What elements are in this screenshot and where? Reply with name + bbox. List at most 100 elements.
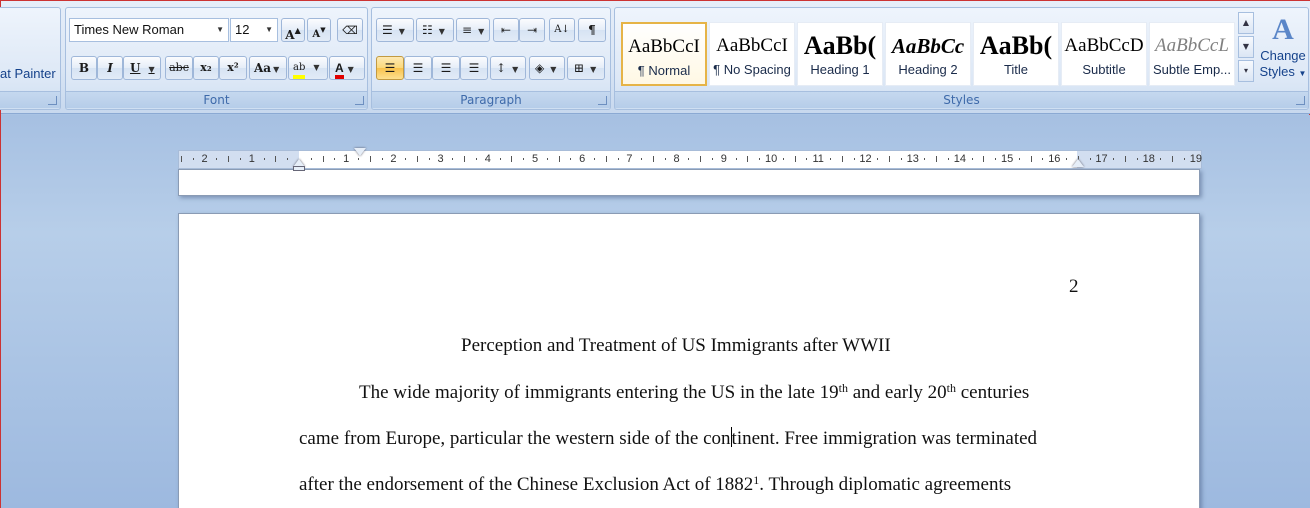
show-formatting-button[interactable]: ¶: [578, 18, 606, 42]
grow-font-button[interactable]: A▲: [281, 18, 305, 42]
previous-page[interactable]: [178, 169, 1200, 196]
align-right-button[interactable]: ☰: [432, 56, 460, 80]
chevron-down-icon: ▼: [478, 27, 485, 36]
align-center-button[interactable]: ☰: [404, 56, 432, 80]
ruler-tick-label: 3: [437, 153, 444, 165]
strikethrough-label: abc: [169, 61, 189, 74]
borders-button[interactable]: ⊞ ▼: [567, 56, 605, 80]
ruler-minor-tick: [570, 158, 572, 160]
ruler-tick-label: 14: [953, 153, 967, 165]
chevron-down-icon: ▼: [216, 25, 224, 34]
first-line-indent-marker[interactable]: [354, 148, 366, 156]
style-heading-2[interactable]: AaBbCc Heading 2: [885, 22, 971, 86]
style-no-spacing[interactable]: AaBbCcI ¶ No Spacing: [709, 22, 795, 86]
ruler-tick-label: 5: [531, 153, 539, 165]
clear-formatting-button[interactable]: ⌫: [337, 18, 363, 42]
ruler-minor-tick: [358, 158, 359, 160]
shading-button[interactable]: ◈ ▼: [529, 56, 565, 80]
justify-icon: ☰: [468, 61, 480, 75]
ruler-minor-tick: [712, 158, 713, 160]
ruler-tick-label: 4: [484, 153, 491, 165]
ruler-tick-label: 18: [1142, 153, 1155, 165]
ruler-tick-label: 2: [390, 153, 397, 165]
ruler-minor-tick: [1172, 156, 1174, 162]
ruler-minor-tick: [971, 158, 973, 160]
left-indent-marker[interactable]: [293, 166, 305, 171]
numbering-button[interactable]: ☷ ▼: [416, 18, 454, 42]
change-case-button[interactable]: Aa ▼: [249, 56, 287, 80]
chevron-down-icon: ▼: [347, 64, 354, 74]
ruler-minor-tick: [700, 156, 702, 162]
styles-group: AaBbCcI ¶ Normal AaBbCcI ¶ No Spacing Aa…: [614, 7, 1309, 110]
superscript-label: x²: [227, 61, 239, 74]
ruler-minor-tick: [995, 158, 997, 160]
ruler-minor-tick: [263, 158, 265, 160]
ruler-minor-tick: [381, 158, 383, 160]
style-normal[interactable]: AaBbCcI ¶ Normal: [621, 22, 707, 86]
gallery-scroll-down-button[interactable]: ▼: [1238, 36, 1254, 58]
line2-text-a: came from Europe, particular the western…: [299, 428, 731, 449]
clipboard-dialog-launcher[interactable]: [48, 96, 57, 105]
ruler-tick-label: 17: [1095, 153, 1108, 165]
format-painter-button[interactable]: at Painter: [0, 66, 56, 81]
multilevel-list-button[interactable]: ≡ ▼: [456, 18, 490, 42]
font-color-button[interactable]: A ▼: [329, 56, 365, 80]
bold-button[interactable]: B: [71, 56, 97, 80]
decrease-indent-button[interactable]: ⇤: [493, 18, 519, 42]
justify-button[interactable]: ☰: [460, 56, 488, 80]
highlight-color-button[interactable]: ab ▼: [288, 56, 328, 80]
align-center-icon: ☰: [412, 61, 424, 75]
change-styles-button[interactable]: A Change Styles ▼: [1259, 12, 1307, 90]
gallery-more-button[interactable]: ▾: [1238, 60, 1254, 82]
ruler-tick-label: 16: [1048, 153, 1061, 165]
sort-button[interactable]: A↓: [549, 18, 575, 42]
style-heading-1[interactable]: AaBb( Heading 1: [797, 22, 883, 86]
document-page[interactable]: 2 Perception and Treatment of US Immigra…: [178, 213, 1200, 508]
align-right-icon: ☰: [440, 61, 452, 75]
shrink-font-button[interactable]: A▼: [307, 18, 331, 42]
font-dialog-launcher[interactable]: [355, 96, 364, 105]
align-left-button[interactable]: ☰: [376, 56, 404, 80]
styles-dialog-launcher[interactable]: [1296, 96, 1305, 105]
increase-indent-button[interactable]: ⇥: [519, 18, 545, 42]
ruler-minor-tick: [853, 158, 855, 160]
line3-text-a: after the endorsement of the Chinese Exc…: [299, 474, 754, 495]
paragraph-dialog-launcher[interactable]: [598, 96, 607, 105]
style-subtle-emphasis[interactable]: AaBbCcL Subtle Emp...: [1149, 22, 1235, 86]
style-name: ¶ No Spacing: [713, 63, 791, 77]
underline-button[interactable]: U ▼: [123, 56, 161, 80]
horizontal-ruler[interactable]: 2 1 1 2 3 4 5 6 7 8 9 10 11 12 13 14 15 16 17 18 19: [178, 148, 1202, 171]
line-spacing-button[interactable]: ↕ ▼: [490, 56, 526, 80]
font-size-combo[interactable]: 12 ▼: [230, 18, 278, 42]
ruler-ticks: 2 1 1 2 3 4 5 6 7 8 9 10 11 12 13 14 15 16 17 18 19: [179, 151, 1202, 168]
document-title: Perception and Treatment of US Immigrant…: [461, 335, 891, 356]
italic-button[interactable]: I: [97, 56, 123, 80]
change-styles-label-line2-wrap: Styles ▼: [1259, 64, 1307, 82]
paragraph-line-2: came from Europe, particular the western…: [299, 427, 1037, 450]
paragraph-line-3: after the endorsement of the Chinese Exc…: [299, 473, 1011, 496]
superscript-button[interactable]: x²: [219, 56, 247, 80]
line1-text-c: centuries: [955, 382, 1030, 403]
style-title[interactable]: AaBb( Title: [973, 22, 1059, 86]
strikethrough-button[interactable]: abc: [165, 56, 193, 80]
ruler-tick-label: 12: [859, 153, 872, 165]
style-subtitle[interactable]: AaBbCcD Subtitle: [1061, 22, 1147, 86]
ruler-minor-tick: [900, 158, 902, 160]
gallery-scroll-up-button[interactable]: ▲: [1238, 12, 1254, 34]
right-indent-marker[interactable]: [1072, 159, 1084, 167]
ruler-tick-label: 1: [343, 153, 350, 165]
style-name: Heading 2: [898, 63, 958, 77]
ruler-minor-tick: [428, 158, 430, 160]
subscript-button[interactable]: x₂: [193, 56, 219, 80]
style-sample: AaBbCcL: [1155, 35, 1229, 56]
ruler-minor-tick: [806, 158, 808, 160]
line3-text-b: . Through diplomatic agreements: [759, 474, 1012, 495]
bullets-button[interactable]: ☰ ▼: [376, 18, 414, 42]
change-styles-label-line2: Styles: [1259, 64, 1295, 79]
font-name-combo[interactable]: Times New Roman ▼: [69, 18, 229, 42]
ruler-minor-tick: [546, 158, 548, 160]
ruler-minor-tick: [641, 158, 643, 160]
ruler-minor-tick: [1184, 158, 1185, 160]
style-sample: AaBb(: [803, 31, 877, 60]
ruler-minor-tick: [287, 158, 289, 160]
